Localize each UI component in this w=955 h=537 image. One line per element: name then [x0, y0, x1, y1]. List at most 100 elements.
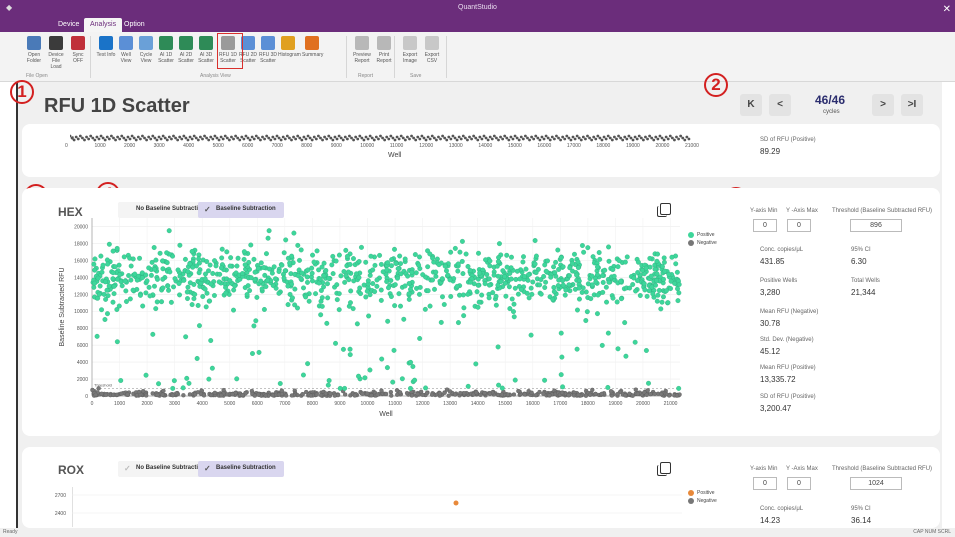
- top-negative-point: [530, 135, 534, 139]
- positive-point: [577, 296, 582, 302]
- ribbon-button-13[interactable]: Summary: [302, 34, 323, 58]
- positive-point: [336, 307, 342, 313]
- cycle-label: cycles: [823, 109, 840, 115]
- ribbon-button-7[interactable]: AI 2D Scatter: [176, 34, 196, 64]
- negative-point: [529, 390, 534, 395]
- top-negative-point: [283, 137, 287, 141]
- positive-point: [378, 297, 384, 303]
- threshold-input[interactable]: 896: [850, 219, 902, 232]
- ribbon-button-1[interactable]: Device File Load: [46, 34, 66, 70]
- ribbon-button-label: AI 1D Scatter: [158, 52, 174, 64]
- top-negative-point: [666, 137, 670, 141]
- y-min-input[interactable]: 0: [753, 477, 777, 490]
- ci-label: 95% CI: [851, 506, 871, 512]
- positive-point: [325, 382, 331, 388]
- hex-scatter-chart: 0200040006000800010000120001400016000180…: [59, 218, 682, 418]
- ribbon-button-2[interactable]: Sync OFF: [68, 34, 88, 64]
- ribbon-button-15[interactable]: Print Report: [374, 34, 394, 64]
- y-max-input[interactable]: 0: [787, 219, 811, 232]
- positive-point: [251, 256, 257, 262]
- positive-point: [212, 258, 217, 264]
- positive-point: [330, 271, 336, 277]
- ribbon-button-8[interactable]: AI 3D Scatter: [196, 34, 216, 64]
- positive-point: [305, 279, 310, 285]
- positive-point: [204, 290, 210, 296]
- positive-point: [207, 298, 213, 304]
- positive-point: [263, 284, 269, 290]
- x-tick-label: 17000: [553, 401, 567, 407]
- positive-point: [589, 273, 595, 279]
- positive-point: [479, 292, 485, 298]
- ribbon-button-14[interactable]: Preview Report: [352, 34, 372, 64]
- positive-point: [666, 271, 672, 277]
- copy-icon[interactable]: [657, 462, 671, 476]
- negative-point: [674, 393, 680, 398]
- baseline-toggle-rox[interactable]: ✓ Baseline Subtraction: [198, 461, 284, 477]
- positive-point: [234, 376, 240, 382]
- positive-point: [494, 263, 500, 269]
- top-negative-point: [685, 135, 689, 139]
- positive-point: [110, 299, 116, 305]
- positive-point: [177, 273, 183, 279]
- top-negative-point: [565, 134, 569, 138]
- positive-point: [347, 262, 353, 267]
- ribbon-group-label: Save: [410, 73, 422, 79]
- first-cycle-button[interactable]: K: [740, 94, 762, 116]
- tab-analysis[interactable]: Analysis: [84, 18, 123, 32]
- positive-point: [633, 288, 639, 294]
- positive-point: [448, 294, 454, 299]
- positive-point: [530, 279, 536, 285]
- ribbon-button-17[interactable]: Export CSV: [422, 34, 442, 64]
- top-negative-point: [366, 137, 370, 141]
- positive-point: [186, 380, 192, 386]
- legend-negative-dot: [688, 240, 694, 246]
- positive-point: [313, 291, 318, 297]
- top-negative-point: [339, 136, 343, 140]
- ribbon-button-11[interactable]: RFU 3D Scatter: [258, 34, 278, 64]
- positive-point: [219, 246, 225, 252]
- positive-point: [372, 262, 378, 268]
- top-negative-point: [439, 137, 442, 141]
- top-negative-point: [205, 136, 209, 140]
- y-tick-label: 12000: [74, 292, 88, 298]
- ribbon-button-label: AI 3D Scatter: [198, 52, 214, 64]
- positive-point: [351, 256, 356, 262]
- threshold-input[interactable]: 1024: [850, 477, 902, 490]
- y-tick-label: 20000: [74, 224, 88, 230]
- ribbon-button-5[interactable]: Cycle View: [136, 34, 156, 64]
- positive-point: [130, 256, 136, 262]
- top-negative-point: [590, 138, 594, 142]
- ribbon-button-12[interactable]: Histogram: [278, 34, 301, 58]
- positive-point: [507, 306, 513, 312]
- ribbon-button-4[interactable]: Well View: [116, 34, 136, 64]
- top-negative-point: [372, 138, 376, 142]
- negative-point: [482, 390, 487, 396]
- positive-point: [348, 300, 353, 306]
- y-min-input[interactable]: 0: [753, 219, 777, 232]
- tab-device[interactable]: Device: [52, 18, 85, 32]
- positive-point: [395, 266, 401, 272]
- positive-point: [660, 294, 666, 300]
- ribbon-button-0[interactable]: Open Folder: [24, 34, 44, 64]
- positive-point: [545, 258, 550, 264]
- positive-point: [211, 293, 217, 298]
- positive-point: [444, 268, 449, 274]
- prev-cycle-button[interactable]: <: [769, 94, 791, 116]
- positive-point: [116, 303, 122, 309]
- top-negative-point: [221, 137, 225, 141]
- tab-option[interactable]: Option: [118, 18, 151, 32]
- top-negative-point: [122, 136, 126, 140]
- top-negative-point: [325, 137, 329, 141]
- ribbon-button-3[interactable]: Test Info: [96, 34, 116, 58]
- ribbon-button-6[interactable]: AI 1D Scatter: [156, 34, 176, 64]
- y-max-input[interactable]: 0: [787, 477, 811, 490]
- top-negative-point: [242, 137, 246, 141]
- top-negative-point: [256, 136, 260, 140]
- negative-point: [314, 392, 319, 397]
- positive-point: [425, 264, 431, 270]
- positive-point: [517, 276, 523, 282]
- last-cycle-button[interactable]: >I: [901, 94, 923, 116]
- ribbon-button-16[interactable]: Export Image: [400, 34, 420, 64]
- next-cycle-button[interactable]: >: [872, 94, 894, 116]
- negative-point: [633, 387, 638, 392]
